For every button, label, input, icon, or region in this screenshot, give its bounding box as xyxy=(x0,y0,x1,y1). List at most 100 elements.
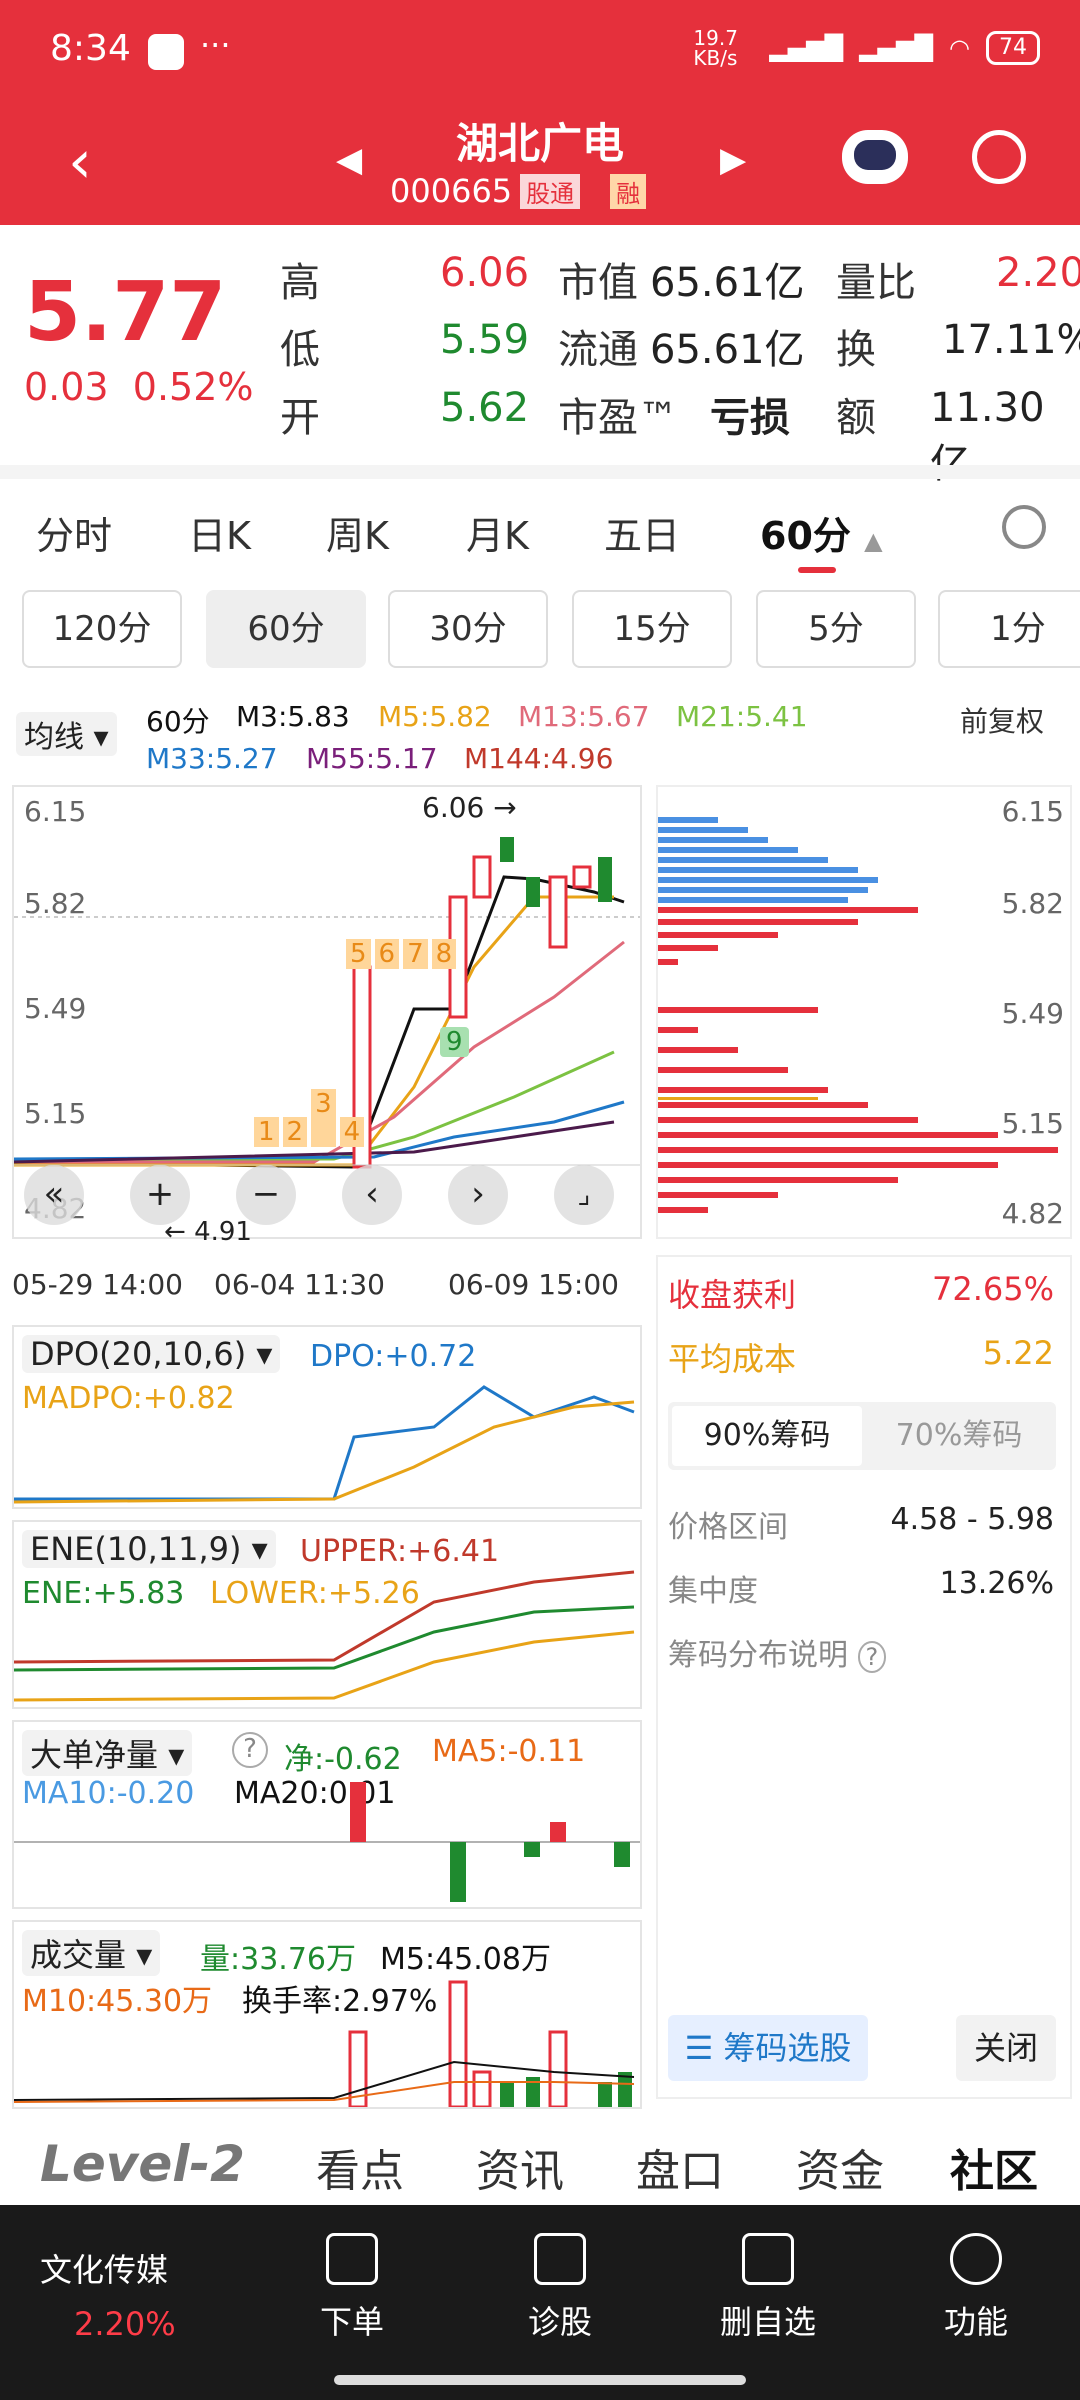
diagnose-icon xyxy=(534,2233,586,2285)
kline-chart[interactable]: 6.15 5.82 5.49 5.15 4.82 6.06 → ← 4.91 1… xyxy=(12,785,642,1247)
ma-m21: M21:5.41 xyxy=(676,700,808,733)
bar xyxy=(448,1980,468,2107)
badge: 1 xyxy=(254,1117,279,1147)
ma-type-label: 均线 xyxy=(24,720,84,755)
pan-right-button[interactable]: › xyxy=(448,1165,508,1225)
tab-five-day[interactable]: 五日 xyxy=(604,505,680,560)
subtab-120min[interactable]: 120分 xyxy=(22,590,182,668)
chip-select-label: 筹码选股 xyxy=(723,2029,852,2067)
home-indicator xyxy=(334,2375,746,2385)
bar xyxy=(550,1822,566,1842)
chip-tabs: 90%筹码 70%筹码 xyxy=(668,1402,1056,1470)
chip-explain-link[interactable]: 筹码分布说明 ? xyxy=(668,1630,887,1674)
chip-explain-text: 筹码分布说明 xyxy=(668,1638,848,1673)
madpo-line xyxy=(14,1400,635,1504)
ma-m55: M55:5.17 xyxy=(306,742,438,775)
market-tabs: Level-2 看点 资讯 盘口 资金 社区 xyxy=(0,2115,1080,2205)
amount-label: 额 xyxy=(836,395,876,441)
rewind-button[interactable]: « xyxy=(24,1165,84,1225)
status-time: 8:34 xyxy=(50,28,131,69)
ene-lower-line xyxy=(14,1630,635,1702)
zoom-in-button[interactable]: + xyxy=(130,1165,190,1225)
kline-x-label: 06-04 11:30 xyxy=(214,1268,385,1301)
nav-remove-watch[interactable]: 删自选 xyxy=(708,2233,828,2343)
order-icon xyxy=(326,2233,378,2285)
bar xyxy=(598,2082,612,2107)
robot-assistant-icon[interactable] xyxy=(842,130,908,184)
next-stock-icon[interactable]: ▶ xyxy=(720,140,746,180)
tab-community[interactable]: 社区 xyxy=(950,2135,1038,2199)
zoom-out-button[interactable]: − xyxy=(236,1165,296,1225)
high-mark-value: 6.06 xyxy=(422,791,485,824)
dpo-line xyxy=(14,1385,635,1501)
chip-side-panel-border xyxy=(656,1255,1072,2099)
settings-icon[interactable] xyxy=(1002,505,1046,549)
tab-60min[interactable]: 60分 ▲ xyxy=(760,505,883,560)
adjust-label[interactable]: 前复权 xyxy=(960,700,1044,740)
subtab-15min[interactable]: 15分 xyxy=(572,590,732,668)
ma-period: 60分 xyxy=(146,705,210,738)
battery-icon: 74 xyxy=(986,31,1040,65)
minute-subtabs: 120分 60分 30分 15分 5分 1分 xyxy=(0,590,1080,670)
subtab-60min[interactable]: 60分 xyxy=(206,590,366,668)
nav-diagnose-label: 诊股 xyxy=(527,2303,592,2341)
tab-60min-label: 60分 xyxy=(760,514,851,558)
volume-svg xyxy=(14,1980,635,2107)
bar xyxy=(524,1842,540,1857)
ene-panel[interactable]: ENE(10,11,9) ▾ UPPER:+6.41 ENE:+5.83 LOW… xyxy=(12,1520,642,1709)
badge: 6 xyxy=(374,939,400,969)
nav-functions[interactable]: 功能 xyxy=(916,2233,1036,2343)
bar xyxy=(500,2082,514,2107)
range-value: 4.58 - 5.98 xyxy=(890,1502,1055,1537)
search-icon[interactable] xyxy=(972,130,1026,184)
open-value: 5.62 xyxy=(440,385,530,431)
fullscreen-button[interactable]: ⌟ xyxy=(554,1165,614,1225)
high-label: 高 xyxy=(280,260,320,306)
avg-cost-label: 平均成本 xyxy=(668,1340,797,1378)
sector-name[interactable]: 文化传媒 xyxy=(40,2245,168,2291)
tab-day-k[interactable]: 日K xyxy=(188,505,251,560)
tab-kandian[interactable]: 看点 xyxy=(316,2135,404,2199)
functions-icon xyxy=(950,2233,1002,2285)
stock-name: 湖北广电 xyxy=(455,119,624,168)
subtab-1min[interactable]: 1分 xyxy=(938,590,1080,668)
nav-order[interactable]: 下单 xyxy=(292,2233,412,2343)
subtab-30min[interactable]: 30分 xyxy=(388,590,548,668)
ene-svg xyxy=(14,1570,635,1702)
subtab-5min[interactable]: 5分 xyxy=(756,590,916,668)
concentration-label: 集中度 xyxy=(668,1574,758,1609)
pan-left-button[interactable]: ‹ xyxy=(342,1165,402,1225)
tab-90-chips[interactable]: 90%筹码 xyxy=(672,1406,862,1466)
tab-month-k[interactable]: 月K xyxy=(466,505,529,560)
chip-select-button[interactable]: ☰ 筹码选股 xyxy=(668,2015,868,2081)
signal-badges-2: 5 6 7 8 xyxy=(346,939,457,969)
active-tab-indicator xyxy=(798,567,836,573)
candle xyxy=(548,875,568,949)
chip-loss-bars xyxy=(658,907,1058,1213)
stock-code: 000665 xyxy=(390,172,513,210)
tab-news[interactable]: 资讯 xyxy=(476,2135,564,2199)
tab-week-k[interactable]: 周K xyxy=(326,505,389,560)
tab-funds[interactable]: 资金 xyxy=(796,2135,884,2199)
status-bar: 8:34 ··· 19.7 KB/s ▂▄▆█ ▂▄▆█ ◠ 74 xyxy=(0,0,1080,110)
kline-y-label: 5.15 xyxy=(24,1097,87,1130)
tab-intraday[interactable]: 分时 xyxy=(36,505,112,560)
volume-panel[interactable]: 成交量 ▾ 量:33.76万 M5:45.08万 M10:45.30万 换手率:… xyxy=(12,1920,642,2109)
tab-level2[interactable]: Level-2 xyxy=(40,2135,245,2193)
profit-value: 72.65% xyxy=(931,1270,1054,1308)
bar xyxy=(450,1842,466,1902)
ma-m3: M3:5.83 xyxy=(236,700,350,733)
nav-remove-watch-label: 删自选 xyxy=(719,2303,816,2341)
ma-type-dropdown[interactable]: 均线 ▾ xyxy=(16,712,117,756)
close-button[interactable]: 关闭 xyxy=(956,2015,1056,2081)
big-order-panel[interactable]: 大单净量 ▾ ? 净:-0.62 MA5:-0.11 MA10:-0.20 MA… xyxy=(12,1720,642,1909)
badge: 4 xyxy=(339,1117,365,1147)
change-value: 0.03 xyxy=(24,365,109,409)
dpo-panel[interactable]: DPO(20,10,6) ▾ DPO:+0.72 MADPO:+0.82 xyxy=(12,1325,642,1509)
low-mark: ← 4.91 xyxy=(164,1217,252,1247)
tab-orderbook[interactable]: 盘口 xyxy=(636,2135,724,2199)
nav-diagnose[interactable]: 诊股 xyxy=(500,2233,620,2343)
tab-70-chips[interactable]: 70%筹码 xyxy=(864,1406,1054,1466)
list-icon: ☰ xyxy=(684,2029,714,2067)
badge: 8 xyxy=(431,939,457,969)
